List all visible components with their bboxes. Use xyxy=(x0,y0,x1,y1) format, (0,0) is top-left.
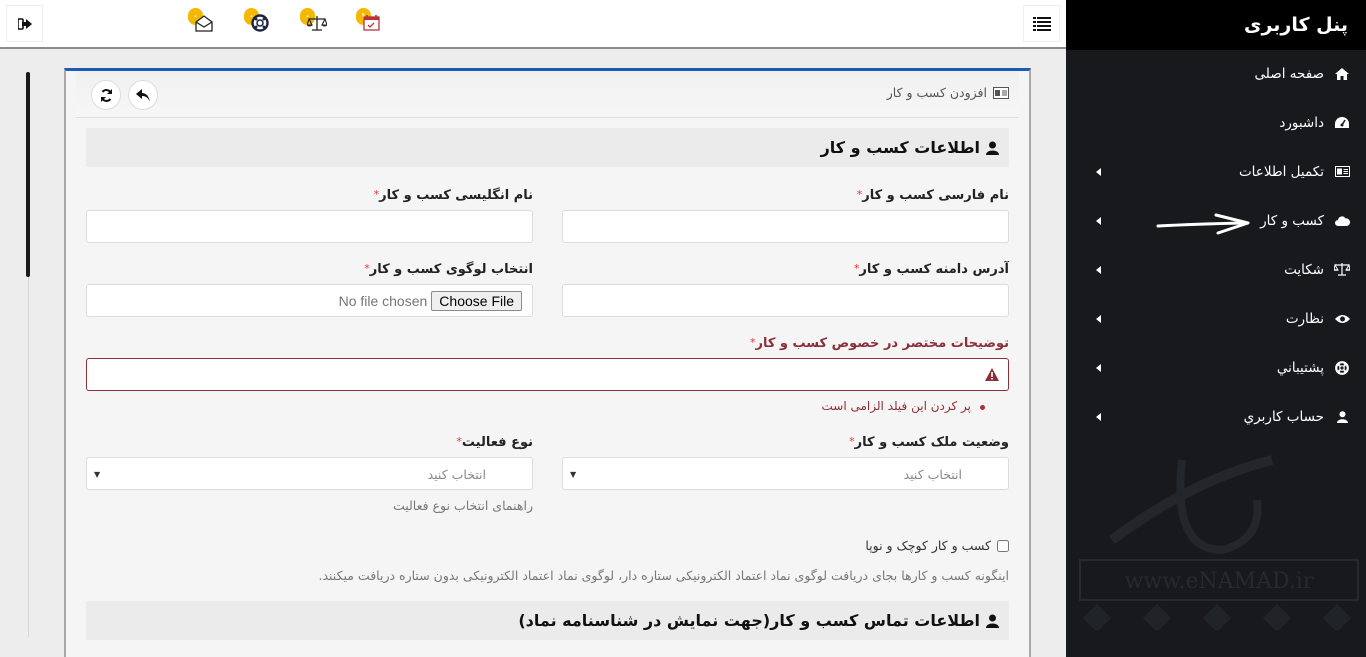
user-icon xyxy=(1336,410,1348,423)
balance-scale-icon xyxy=(307,16,327,31)
reply-icon xyxy=(136,88,150,102)
small-business-label: کسب و کار کوچک و نوپا xyxy=(865,538,991,553)
scrollbar-track[interactable] xyxy=(28,277,29,637)
sign-out-icon xyxy=(17,17,32,30)
envelope-open-icon xyxy=(195,15,213,32)
dropdown-arrow-icon: ▼ xyxy=(570,470,577,479)
choose-file-button[interactable]: Choose File xyxy=(431,290,522,311)
logo-label: انتخاب لوگوی کسب و کار* xyxy=(364,262,533,277)
section-title: اطلاعات کسب و کار xyxy=(820,138,980,157)
calendar-notification[interactable]: ۱ xyxy=(356,8,382,36)
small-business-checkbox[interactable] xyxy=(997,539,1009,552)
logo-field: انتخاب لوگوی کسب و کار* Choose File No f… xyxy=(86,262,533,317)
activity-selected: انتخاب کنید xyxy=(427,467,486,482)
sidebar-item-account[interactable]: حساب کاربري xyxy=(1066,392,1366,441)
file-status: No file chosen xyxy=(338,292,428,309)
enamad-watermark: www.eNAMAD.ir xyxy=(1079,455,1359,630)
activity-label: نوع فعالیت* xyxy=(456,435,533,450)
ownership-label: وضعیت ملک کسب و کار* xyxy=(849,435,1009,450)
description-field: توضیحات مختصر در خصوص کسب و کار* پر کردن… xyxy=(86,336,1009,413)
panel-title: افزودن کسب و کار xyxy=(887,85,1009,100)
ownership-field: وضعیت ملک کسب و کار* انتخاب کنید ▼ xyxy=(562,435,1009,490)
domain-label: آدرس دامنه کسب و کار* xyxy=(853,262,1009,277)
caret-left-icon xyxy=(1096,412,1101,421)
user-icon xyxy=(986,141,999,155)
description-label: توضیحات مختصر در خصوص کسب و کار* xyxy=(749,336,1009,351)
messages-notification[interactable]: ۰ xyxy=(188,8,214,36)
arrow-annotation-icon xyxy=(1156,213,1250,235)
balance-scale-icon xyxy=(1334,263,1350,276)
sidebar-item-label: صفحه اصلی xyxy=(1254,66,1324,82)
warning-icon xyxy=(985,368,999,381)
list-icon xyxy=(1032,16,1051,31)
life-ring-icon xyxy=(251,14,269,32)
caret-left-icon xyxy=(1096,167,1101,176)
sidebar-item-label: داشبورد xyxy=(1279,114,1324,131)
domain-field: آدرس دامنه کسب و کار* xyxy=(562,262,1009,317)
sidebar-item-complete-info[interactable]: تکمیل اطلاعات xyxy=(1066,147,1366,196)
refresh-button[interactable] xyxy=(91,80,121,110)
small-business-note: اینگونه کسب و کارها بجای دریافت لوگوی نم… xyxy=(318,568,1010,583)
home-icon xyxy=(1335,68,1349,80)
support-notification[interactable]: ۰ xyxy=(244,8,270,36)
topbar: ۰ ۰ ۰ ۱ xyxy=(0,0,1066,49)
id-card-icon xyxy=(993,86,1009,99)
small-business-row: کسب و کار کوچک و نوپا xyxy=(865,538,1009,553)
eye-icon xyxy=(1334,314,1350,323)
panel-title-text: افزودن کسب و کار xyxy=(886,85,987,100)
add-business-panel: افزودن کسب و کار اطلاعات کسب و کار نام ف… xyxy=(64,68,1031,657)
fa-name-input[interactable] xyxy=(562,210,1009,243)
complaint-notification[interactable]: ۰ xyxy=(300,8,327,36)
en-name-input[interactable] xyxy=(86,210,533,243)
activity-select[interactable]: انتخاب کنید ▼ xyxy=(86,457,533,490)
caret-left-icon xyxy=(1096,314,1101,323)
sidebar-item-label: پشتيباني xyxy=(1276,359,1324,376)
sidebar-menu: صفحه اصلی داشبورد تکمیل اطلاعات کسب و کا… xyxy=(1066,50,1366,441)
caret-left-icon xyxy=(1096,363,1101,372)
svg-text:www.eNAMAD.ir: www.eNAMAD.ir xyxy=(1125,569,1314,594)
panel-header: افزودن کسب و کار xyxy=(76,71,1019,118)
logo-file-input[interactable]: Choose File No file chosen xyxy=(86,284,533,317)
back-button[interactable] xyxy=(128,80,158,110)
sidebar-item-label: نظارت xyxy=(1285,310,1324,327)
sidebar-item-support[interactable]: پشتيباني xyxy=(1066,343,1366,392)
logout-button[interactable] xyxy=(6,5,43,42)
section-title: اطلاعات تماس کسب و کار(جهت نمایش در شناس… xyxy=(518,611,980,630)
sidebar-item-label: کسب و کار xyxy=(1260,212,1324,229)
en-name-label: نام انگلیسی کسب و کار* xyxy=(373,188,533,203)
fa-name-label: نام فارسی کسب و کار* xyxy=(856,188,1009,203)
sidebar: پنل کاربری www.eNAMAD.ir صفحه اصلی داشبو… xyxy=(1066,0,1366,657)
menu-toggle-button[interactable] xyxy=(1023,5,1060,42)
refresh-icon xyxy=(100,88,112,102)
sidebar-item-label: شکایت xyxy=(1284,261,1324,278)
caret-left-icon xyxy=(1096,216,1101,225)
fa-name-field: نام فارسی کسب و کار* xyxy=(562,188,1009,243)
dashboard-icon xyxy=(1335,117,1349,128)
section-contact-info: اطلاعات تماس کسب و کار(جهت نمایش در شناس… xyxy=(86,601,1009,640)
cloud-icon xyxy=(1334,215,1350,226)
activity-field: نوع فعالیت* انتخاب کنید ▼ راهنمای انتخاب… xyxy=(86,435,533,513)
activity-help: راهنمای انتخاب نوع فعالیت xyxy=(392,498,533,513)
ownership-select[interactable]: انتخاب کنید ▼ xyxy=(562,457,1009,490)
description-input[interactable] xyxy=(86,358,1009,391)
en-name-field: نام انگلیسی کسب و کار* xyxy=(86,188,533,243)
dropdown-arrow-icon: ▼ xyxy=(94,470,101,479)
sidebar-item-dashboard[interactable]: داشبورد xyxy=(1066,98,1366,147)
scrollbar-thumb[interactable] xyxy=(26,72,30,277)
user-icon xyxy=(986,614,999,628)
section-business-info: اطلاعات کسب و کار xyxy=(86,128,1009,167)
calendar-check-icon xyxy=(363,15,380,31)
caret-left-icon xyxy=(1096,265,1101,274)
id-card-icon xyxy=(1334,166,1350,177)
sidebar-item-label: حساب کاربري xyxy=(1243,408,1324,425)
sidebar-item-home[interactable]: صفحه اصلی xyxy=(1066,50,1366,98)
life-ring-icon xyxy=(1335,360,1349,375)
sidebar-item-complaint[interactable]: شکایت xyxy=(1066,245,1366,294)
domain-input[interactable] xyxy=(562,284,1009,317)
sidebar-item-label: تکمیل اطلاعات xyxy=(1238,163,1324,180)
sidebar-item-supervision[interactable]: نظارت xyxy=(1066,294,1366,343)
description-error: پر کردن این فیلد الزامی است xyxy=(86,399,1009,413)
ownership-selected: انتخاب کنید xyxy=(903,467,962,482)
sidebar-title: پنل کاربری xyxy=(1066,0,1366,50)
